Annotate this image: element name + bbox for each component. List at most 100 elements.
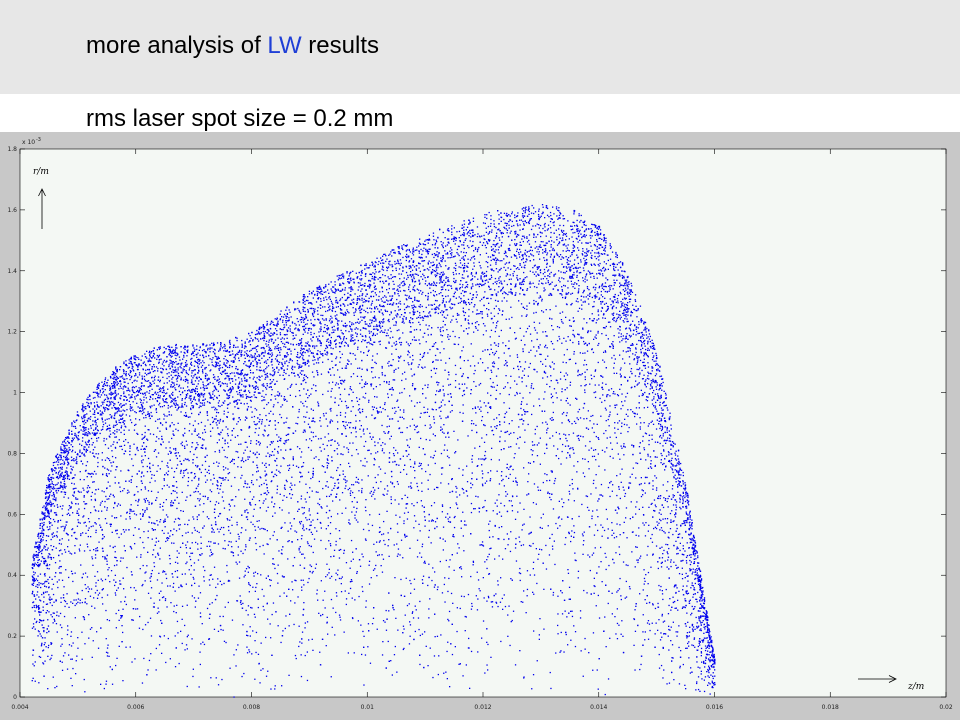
scatter-point bbox=[357, 453, 359, 455]
scatter-point bbox=[602, 359, 604, 361]
scatter-point bbox=[257, 340, 260, 342]
scatter-point bbox=[83, 617, 85, 619]
scatter-point bbox=[367, 475, 369, 477]
scatter-point bbox=[56, 492, 58, 494]
scatter-point bbox=[244, 419, 246, 421]
scatter-point bbox=[497, 343, 500, 345]
scatter-point bbox=[665, 543, 667, 546]
scatter-point bbox=[179, 359, 181, 361]
scatter-point bbox=[689, 563, 692, 566]
scatter-point bbox=[508, 468, 510, 470]
scatter-point bbox=[219, 615, 221, 618]
scatter-point bbox=[514, 338, 517, 340]
scatter-point bbox=[380, 330, 383, 332]
scatter-point bbox=[482, 362, 484, 364]
scatter-point bbox=[545, 421, 547, 423]
scatter-point bbox=[215, 521, 217, 523]
scatter-point bbox=[264, 425, 266, 427]
scatter-point bbox=[226, 397, 228, 399]
scatter-point bbox=[532, 568, 534, 570]
scatter-point bbox=[45, 535, 48, 537]
scatter-point bbox=[691, 582, 693, 584]
scatter-point bbox=[353, 506, 355, 508]
scatter-point bbox=[309, 350, 311, 352]
scatter-point bbox=[204, 475, 206, 477]
scatter-point bbox=[519, 244, 521, 246]
scatter-point bbox=[202, 566, 205, 568]
scatter-point bbox=[320, 300, 322, 302]
scatter-point bbox=[158, 572, 160, 574]
scatter-point bbox=[670, 640, 672, 642]
scatter-point bbox=[694, 582, 696, 585]
scatter-point bbox=[435, 308, 437, 310]
scatter-point bbox=[245, 609, 247, 612]
scatter-point bbox=[594, 369, 597, 371]
scatter-point bbox=[412, 248, 414, 251]
scatter-point bbox=[338, 557, 341, 559]
scatter-point bbox=[362, 284, 364, 286]
scatter-point bbox=[399, 284, 401, 286]
scatter-point bbox=[699, 599, 701, 601]
scatter-point bbox=[265, 414, 267, 417]
scatter-point bbox=[676, 462, 679, 464]
scatter-point bbox=[56, 531, 58, 533]
scatter-point bbox=[221, 678, 223, 681]
scatter-point bbox=[577, 301, 579, 303]
scatter-point bbox=[90, 495, 92, 497]
scatter-point bbox=[220, 345, 222, 347]
scatter-point bbox=[211, 342, 213, 344]
scatter-point bbox=[197, 365, 199, 367]
scatter-point bbox=[290, 385, 292, 387]
scatter-point bbox=[91, 556, 93, 558]
scatter-point bbox=[603, 236, 605, 239]
scatter-point bbox=[483, 234, 485, 237]
scatter-point bbox=[413, 527, 415, 529]
scatter-point bbox=[37, 586, 39, 588]
scatter-point bbox=[105, 651, 108, 653]
scatter-point bbox=[222, 615, 224, 618]
scatter-point bbox=[345, 365, 347, 367]
scatter-point bbox=[625, 351, 627, 353]
scatter-point bbox=[409, 635, 411, 637]
scatter-point bbox=[223, 363, 225, 365]
scatter-point bbox=[197, 491, 199, 493]
scatter-point bbox=[446, 329, 448, 331]
scatter-point bbox=[359, 382, 361, 385]
scatter-point bbox=[591, 378, 593, 380]
scatter-point bbox=[568, 490, 570, 493]
scatter-point bbox=[395, 322, 397, 324]
scatter-point bbox=[640, 663, 642, 666]
scatter-point bbox=[140, 489, 142, 491]
scatter-point bbox=[150, 635, 153, 637]
scatter-point bbox=[99, 432, 101, 435]
scatter-point bbox=[621, 393, 623, 395]
scatter-point bbox=[541, 527, 543, 529]
scatter-point bbox=[673, 561, 675, 563]
scatter-point bbox=[93, 481, 95, 483]
scatter-point bbox=[563, 278, 565, 280]
scatter-point bbox=[330, 396, 332, 398]
scatter-point bbox=[532, 674, 535, 676]
scatter-point bbox=[635, 477, 637, 479]
scatter-point bbox=[643, 449, 646, 451]
scatter-point bbox=[56, 685, 58, 688]
scatter-point bbox=[417, 489, 420, 492]
scatter-point bbox=[428, 617, 430, 619]
scatter-point bbox=[135, 418, 137, 420]
scatter-point bbox=[305, 517, 307, 519]
scatter-point bbox=[565, 266, 567, 268]
scatter-point bbox=[146, 465, 148, 468]
scatter-point bbox=[251, 607, 253, 609]
scatter-point bbox=[509, 550, 512, 553]
scatter-point bbox=[296, 446, 299, 448]
scatter-point bbox=[282, 316, 285, 318]
scatter-point bbox=[663, 620, 666, 622]
scatter-point bbox=[140, 359, 142, 361]
scatter-point bbox=[676, 635, 678, 637]
scatter-point bbox=[677, 547, 679, 549]
scatter-point bbox=[438, 308, 440, 310]
scatter-point bbox=[321, 507, 323, 509]
scatter-point bbox=[544, 275, 546, 278]
scatter-point bbox=[625, 316, 627, 318]
scatter-point bbox=[508, 227, 510, 229]
